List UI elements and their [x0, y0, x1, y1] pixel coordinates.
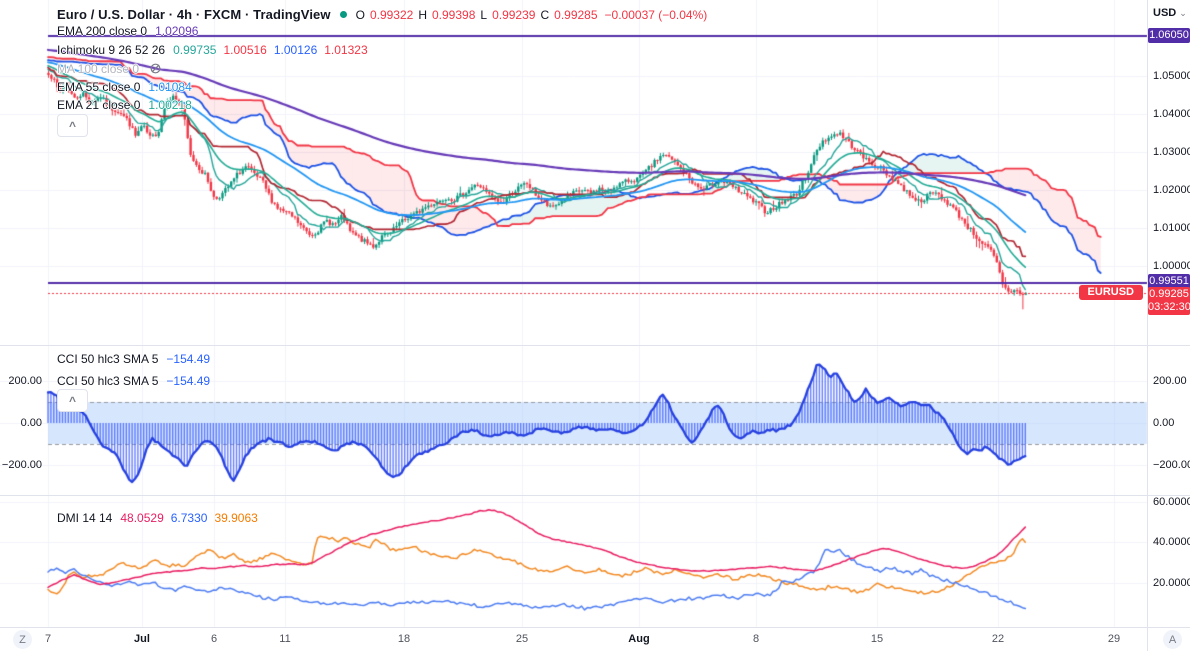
change-value: −0.00037 (−0.04%) — [604, 7, 708, 22]
legend-value: 1.01084 — [148, 79, 192, 94]
chevron-up-icon: ^ — [68, 393, 76, 408]
legend-ema55[interactable]: EMA 55 close 0 1.01084 — [57, 79, 192, 94]
legend-ichimoku-label: Ichimoku 9 26 52 26 — [57, 42, 166, 57]
legend-value: 1.02096 — [155, 23, 199, 38]
currency-label: USD — [1153, 7, 1177, 19]
timezone-label: Z — [19, 633, 26, 646]
legend-value: 1.00126 — [273, 42, 318, 57]
symbol-title[interactable]: Euro / U.S. Dollar · 4h · FXCM · Trading… — [57, 7, 331, 22]
legend-value: 1.00218 — [148, 97, 192, 112]
last-price-value: 0.99285 — [1149, 288, 1189, 301]
legend-cci-1[interactable]: CCI 50 hlc3 SMA 5 −154.49 — [57, 351, 210, 366]
collapse-legend-button[interactable]: ^ — [57, 114, 88, 137]
visibility-off-icon[interactable] — [149, 62, 162, 75]
legend-value: −154.49 — [166, 373, 211, 388]
time-tick-label: Aug — [628, 633, 650, 645]
axis-tick-label: 1.04000 — [1153, 108, 1190, 120]
axis-tick-label: 20.0000 — [1153, 577, 1190, 589]
ohlc-value: 0.99322 — [369, 7, 414, 22]
legend-ma100[interactable]: MA 100 close 0 — [57, 61, 162, 76]
legend-ema55-label: EMA 55 close 0 — [57, 79, 141, 94]
cci-axis-tick-label: 0.00 — [20, 417, 42, 429]
axis-tick-label: 40.0000 — [1153, 536, 1190, 549]
last-price-badge: 0.99285 03:32:30 — [1148, 287, 1190, 316]
time-tick-label: 8 — [752, 633, 760, 645]
axis-tick-label: −200.00 — [1153, 459, 1190, 471]
price-axis-currency-selector[interactable]: USD ⌄ — [1153, 7, 1187, 19]
timezone-button[interactable]: Z — [13, 630, 32, 649]
axis-tick-label: 1.00000 — [1153, 260, 1190, 272]
chevron-up-icon: ^ — [68, 118, 76, 133]
legend-cci-2[interactable]: CCI 50 hlc3 SMA 5 −154.49 — [57, 373, 210, 388]
legend-dmi[interactable]: DMI 14 14 48.0529 6.7330 39.9063 — [57, 510, 258, 525]
legend-value: 39.9063 — [214, 510, 258, 525]
time-tick-label: 18 — [397, 633, 411, 645]
time-tick-label: 7 — [44, 633, 52, 645]
bar-countdown: 03:32:30 — [1148, 301, 1190, 314]
ohlc-key: H — [418, 7, 427, 22]
legend-ma100-label: MA 100 close 0 — [57, 61, 140, 76]
legend-ichimoku[interactable]: Ichimoku 9 26 52 26 0.99735 1.00516 1.0012… — [57, 42, 368, 57]
autofit-scale-button[interactable]: A — [1163, 630, 1182, 649]
ohlc-values: O 0.99322 H 0.99398 L 0.99239 C 0.99285 −0.00037… — [356, 8, 708, 22]
symbol-price-tag: EURUSD — [1078, 285, 1143, 301]
ohlc-value: 0.99285 — [554, 7, 598, 22]
time-tick-label: 6 — [210, 633, 218, 645]
ohlc-key: O — [355, 7, 365, 22]
axis-tick-label: 1.03000 — [1153, 146, 1190, 158]
axis-tick-label: 1.02000 — [1153, 184, 1190, 196]
legend-cci-2-label: CCI 50 hlc3 SMA 5 — [57, 373, 159, 388]
time-tick-label: 15 — [870, 633, 884, 645]
legend-value: 6.7330 — [170, 510, 208, 525]
autofit-label: A — [1168, 633, 1177, 646]
pane-separator-main-cci[interactable] — [0, 345, 1190, 346]
legend-value: 1.01323 — [324, 42, 368, 57]
chart-header: Euro / U.S. Dollar · 4h · FXCM · Trading… — [57, 6, 707, 23]
ohlc-key: L — [480, 7, 488, 22]
legend-dmi-label: DMI 14 14 — [57, 510, 113, 525]
collapse-cci-pane-button[interactable]: ^ — [57, 389, 88, 412]
axis-tick-label: 200.00 — [1153, 375, 1187, 387]
legend-ema21[interactable]: EMA 21 close 0 1.00218 — [57, 97, 192, 112]
time-tick-label: 29 — [1107, 633, 1121, 645]
time-tick-label: 25 — [515, 633, 529, 645]
legend-value: 48.0529 — [120, 510, 164, 525]
ohlc-key: C — [540, 7, 550, 22]
axis-tick-label: 0.00 — [1153, 417, 1175, 429]
upper-level-price-badge: 1.06050 — [1148, 28, 1190, 44]
cci-axis-tick-label: 200.00 — [8, 375, 42, 387]
legend-ema21-label: EMA 21 close 0 — [57, 97, 141, 112]
ohlc-value: 0.99239 — [492, 7, 536, 22]
ohlc-value: 0.99398 — [432, 7, 476, 22]
time-tick-label: 11 — [279, 633, 291, 645]
price-axis-separator — [1147, 0, 1148, 651]
axis-tick-label: 1.05000 — [1153, 70, 1190, 82]
chevron-down-icon: ⌄ — [1179, 8, 1187, 18]
pane-separator-cci-dmi[interactable] — [0, 495, 1190, 496]
axis-tick-label: 1.01000 — [1153, 222, 1190, 234]
legend-ema200[interactable]: EMA 200 close 0 1.02096 — [57, 23, 198, 38]
axis-tick-label: 60.0000 — [1153, 495, 1190, 508]
time-axis-separator — [0, 627, 1190, 628]
legend-value: 0.99735 — [173, 42, 217, 57]
legend-ema200-label: EMA 200 close 0 — [57, 23, 148, 38]
legend-value: 1.00516 — [223, 42, 267, 57]
time-tick-label: Jul — [134, 633, 150, 645]
legend-value: −154.49 — [166, 351, 211, 366]
time-tick-label: 22 — [991, 633, 1005, 645]
legend-cci-1-label: CCI 50 hlc3 SMA 5 — [57, 351, 159, 366]
cci-axis-tick-label: −200.00 — [1, 459, 42, 471]
market-status-icon[interactable] — [339, 11, 347, 18]
tradingview-chart-window: Euro / U.S. Dollar · 4h · FXCM · Trading… — [0, 0, 1190, 651]
